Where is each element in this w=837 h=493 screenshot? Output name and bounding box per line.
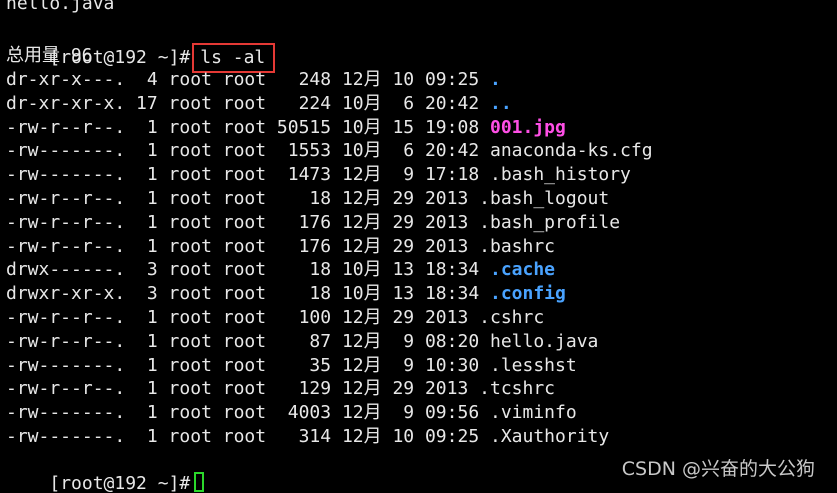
file-meta: -rw-r--r--. 1 root root 18 12月 29 2013 xyxy=(6,188,480,209)
file-meta: -rw-r--r--. 1 root root 50515 10月 15 19:… xyxy=(6,116,490,138)
listing-row: -rw-r--r--. 1 root root 176 12月 29 2013 … xyxy=(6,235,555,259)
listing-row: -rw-r--r--. 1 root root 100 12月 29 2013 … xyxy=(6,306,544,330)
file-meta: drwxr-xr-x. 3 root root 18 10月 13 18:34 xyxy=(6,283,490,305)
file-name: .Xauthority xyxy=(490,426,610,447)
listing-row: -rw-------. 1 root root 314 12月 10 09:25… xyxy=(6,425,609,449)
command-line: [root@192 ~]# ls -al xyxy=(6,19,276,73)
terminal-partial-line: hello.java xyxy=(6,0,115,14)
listing-row: -rw-r--r--. 1 root root 129 12月 29 2013 … xyxy=(6,377,555,401)
file-name: hello.java xyxy=(490,330,599,352)
final-prompt-line: [root@192 ~]# xyxy=(6,448,205,493)
file-meta: drwx------. 3 root root 18 10月 13 18:34 xyxy=(6,259,490,281)
file-meta: -rw-r--r--. 1 root root 176 12月 29 2013 xyxy=(6,235,480,257)
file-meta: -rw-------. 1 root root 4003 12月 9 09:56 xyxy=(6,402,490,424)
listing-row: -rw-------. 1 root root 35 12月 9 10:30 .… xyxy=(6,354,577,378)
listing-row: drwxr-xr-x. 3 root root 18 10月 13 18:34 … xyxy=(6,282,566,306)
file-meta: -rw-r--r--. 1 root root 176 12月 29 2013 xyxy=(6,211,480,233)
file-name: .cache xyxy=(490,259,556,281)
total-line: 总用量 96 xyxy=(6,45,93,66)
file-meta: -rw-r--r--. 1 root root 129 12月 29 2013 xyxy=(6,378,480,400)
listing-row: drwx------. 3 root root 18 10月 13 18:34 … xyxy=(6,258,555,282)
file-meta: -rw-------. 1 root root 1473 12月 9 17:18 xyxy=(6,164,490,186)
file-name: .bash_logout xyxy=(479,188,610,209)
file-name: .config xyxy=(490,283,566,305)
cursor-block[interactable] xyxy=(194,472,205,492)
listing-row: -rw-r--r--. 1 root root 50515 10月 15 19:… xyxy=(6,116,566,140)
terminal-window[interactable]: hello.java [root@192 ~]# ls -al 总用量 96 dr… xyxy=(0,0,837,493)
shell-prompt: [root@192 ~]# xyxy=(49,473,191,493)
file-name: .bash_history xyxy=(490,164,631,186)
file-name: .tcshrc xyxy=(479,378,556,400)
listing-row: dr-xr-x---. 4 root root 248 12月 10 09:25… xyxy=(6,68,501,92)
file-name: .. xyxy=(490,92,512,114)
listing-row: dr-xr-xr-x. 17 root root 224 10月 6 20:42… xyxy=(6,92,512,116)
file-name: .viminfo xyxy=(490,402,577,424)
file-meta: -rw-------. 1 root root 314 12月 10 09:25 xyxy=(6,426,490,447)
file-meta: dr-xr-xr-x. 17 root root 224 10月 6 20:42 xyxy=(6,92,490,114)
file-meta: -rw-------. 1 root root 35 12月 9 10:30 xyxy=(6,354,490,376)
file-meta: -rw-r--r--. 1 root root 87 12月 9 08:20 xyxy=(6,330,490,352)
file-name: .cshrc xyxy=(479,307,545,328)
file-name: .bashrc xyxy=(479,235,556,257)
file-name: 001.jpg xyxy=(490,116,566,138)
listing-row: -rw-------. 1 root root 4003 12月 9 09:56… xyxy=(6,401,577,425)
file-meta: -rw-r--r--. 1 root root 100 12月 29 2013 xyxy=(6,307,480,328)
file-name: . xyxy=(490,69,501,90)
file-name: .bash_profile xyxy=(479,211,621,233)
file-name: .lesshst xyxy=(490,354,577,376)
file-meta: dr-xr-x---. 4 root root 248 12月 10 09:25 xyxy=(6,69,490,90)
listing-row: -rw-------. 1 root root 1473 12月 9 17:18… xyxy=(6,163,631,187)
file-name: anaconda-ks.cfg xyxy=(490,140,653,162)
listing-row: -rw-------. 1 root root 1553 10月 6 20:42… xyxy=(6,139,653,163)
file-meta: -rw-------. 1 root root 1553 10月 6 20:42 xyxy=(6,140,490,162)
listing-row: -rw-r--r--. 1 root root 18 12月 29 2013 .… xyxy=(6,187,609,211)
listing-row: -rw-r--r--. 1 root root 176 12月 29 2013 … xyxy=(6,211,620,235)
listing-row: -rw-r--r--. 1 root root 87 12月 9 08:20 h… xyxy=(6,330,598,354)
csdn-watermark: CSDN @兴奋的大公狗 xyxy=(621,458,815,480)
